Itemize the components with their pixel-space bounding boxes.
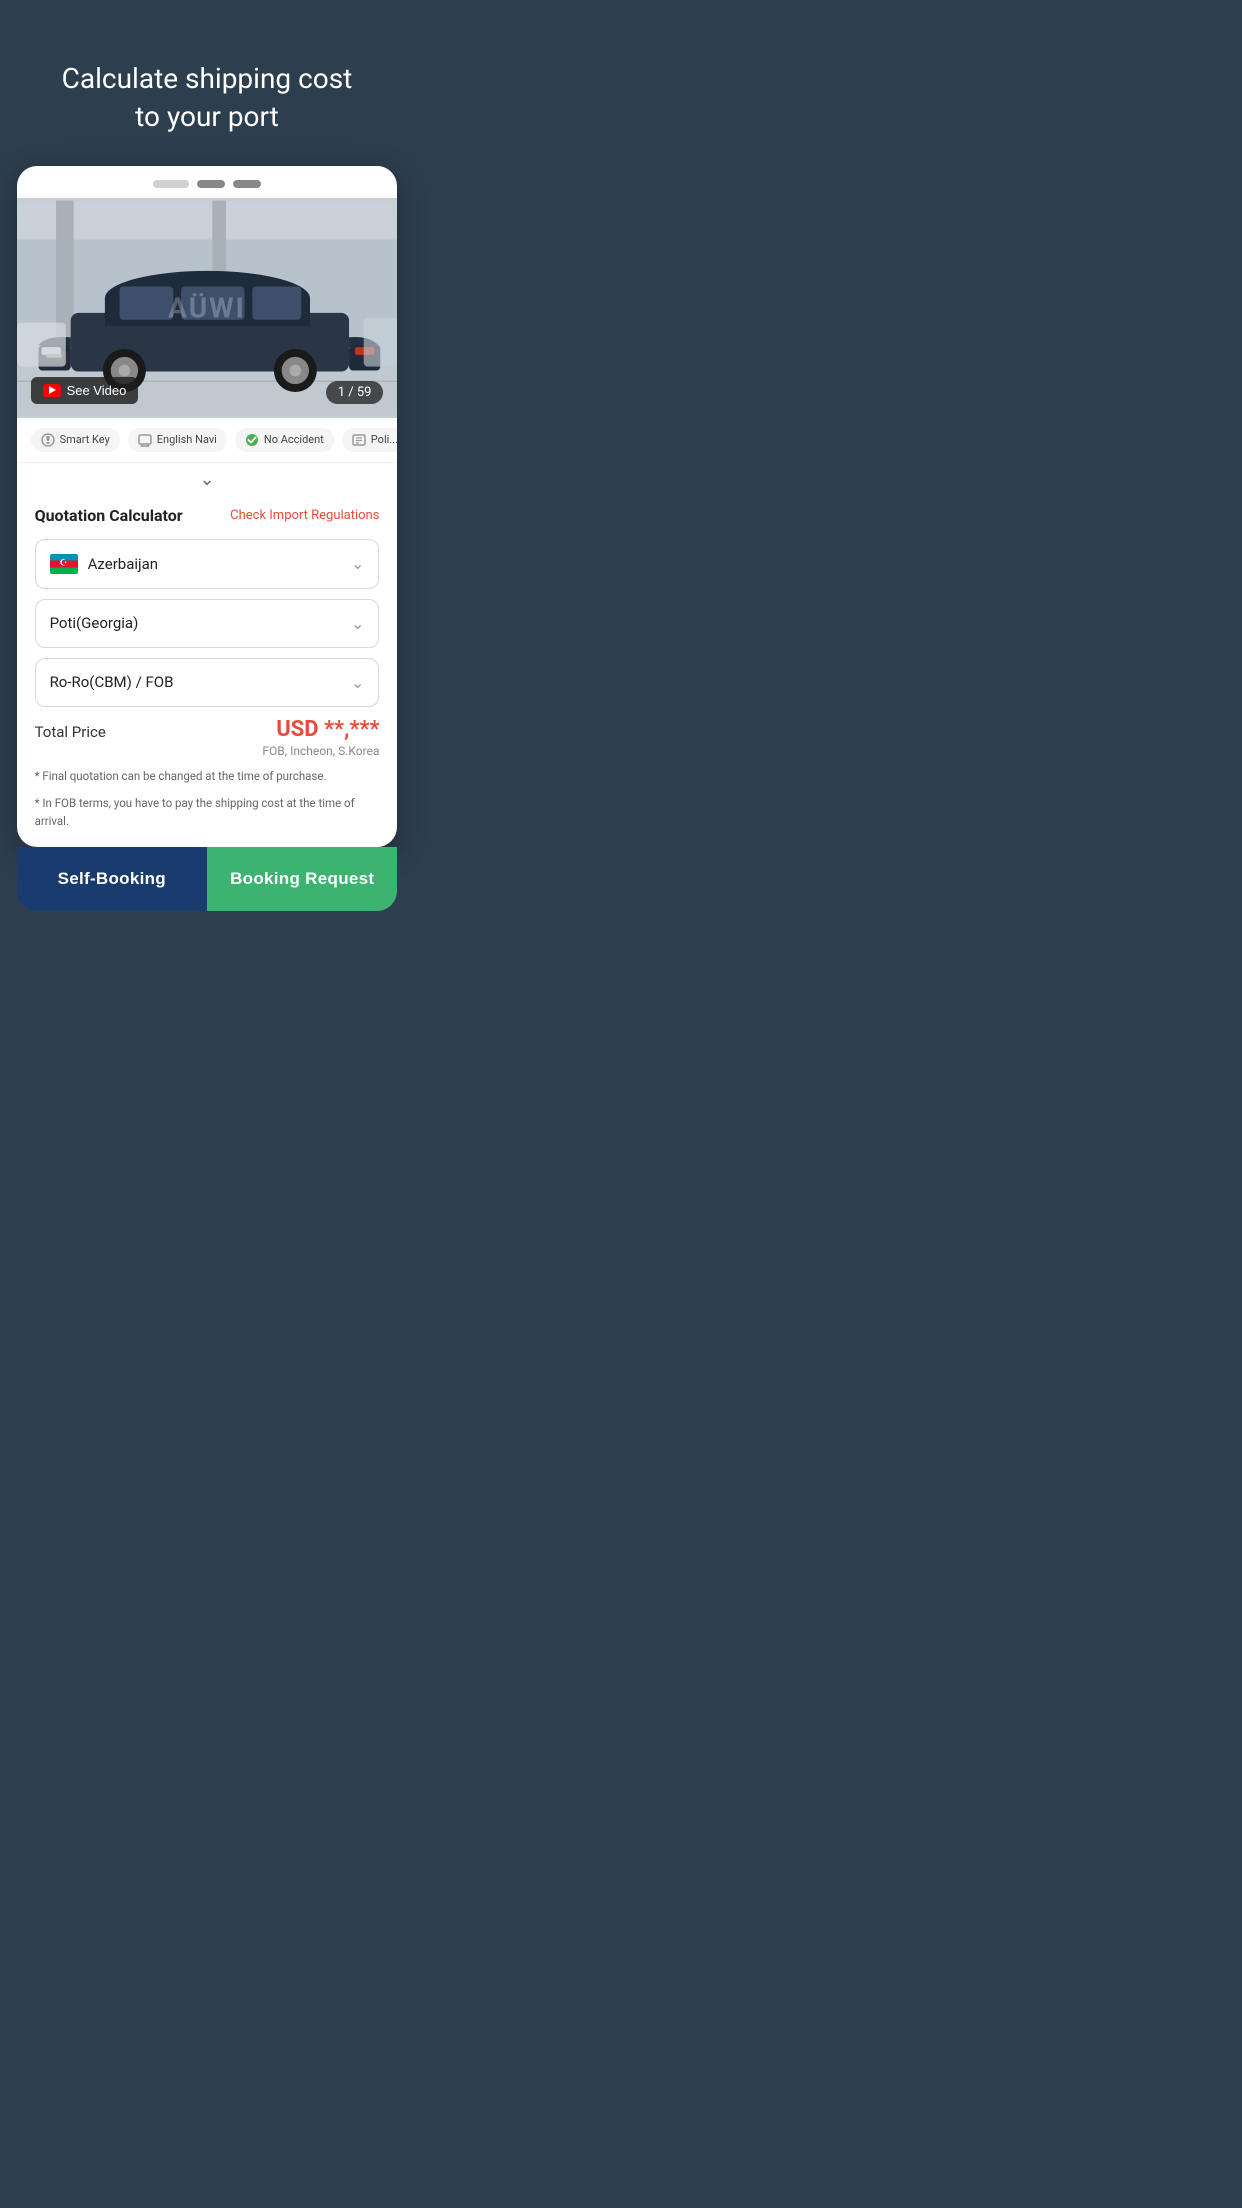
feature-tags-row: Smart Key English Navi No Accident (17, 418, 398, 463)
poli-label: Poli... (371, 433, 398, 446)
port-dropdown[interactable]: Poti(Georgia) ⌄ (35, 599, 380, 648)
watermark: AÜWI (168, 291, 246, 324)
page-header: Calculate shipping cost to your port (0, 0, 414, 166)
country-chevron-icon: ⌄ (351, 554, 364, 573)
check-import-link[interactable]: Check Import Regulations (230, 508, 379, 523)
azerbaijan-flag-icon (50, 554, 78, 574)
price-amount: **,*** (324, 717, 379, 742)
country-dropdown[interactable]: Azerbaijan ⌄ (35, 539, 380, 589)
disclaimer-1: * Final quotation can be changed at the … (35, 768, 380, 786)
poli-icon (352, 433, 366, 447)
total-price-row: Total Price USD **,*** FOB, Incheon, S.K… (35, 717, 380, 758)
car-photo-bg: AÜWI See Video 1 / 59 (17, 198, 398, 418)
shipping-dropdown[interactable]: Ro-Ro(CBM) / FOB ⌄ (35, 658, 380, 707)
photo-count: 1 / 59 (326, 381, 384, 404)
shipping-value: Ro-Ro(CBM) / FOB (50, 673, 174, 691)
play-triangle (49, 386, 56, 394)
dot-3 (233, 180, 261, 188)
quotation-header: Quotation Calculator Check Import Regula… (35, 506, 380, 525)
no-accident-icon (245, 433, 259, 447)
shipping-dropdown-left: Ro-Ro(CBM) / FOB (50, 673, 174, 691)
port-value: Poti(Georgia) (50, 614, 139, 632)
car-image: AÜWI See Video 1 / 59 (17, 198, 398, 418)
booking-request-button[interactable]: Booking Request (207, 847, 397, 911)
smart-key-icon (41, 433, 55, 447)
bottom-buttons: Self-Booking Booking Request (17, 847, 398, 911)
navi-icon (138, 433, 152, 447)
total-price-label: Total Price (35, 717, 106, 741)
dot-2 (197, 180, 225, 188)
chevron-down-icon[interactable]: ⌄ (199, 469, 214, 490)
page-title: Calculate shipping cost to your port (30, 60, 384, 136)
quotation-title: Quotation Calculator (35, 506, 183, 525)
total-price-value: USD **,*** FOB, Incheon, S.Korea (262, 717, 379, 758)
port-dropdown-left: Poti(Georgia) (50, 614, 139, 632)
country-dropdown-left: Azerbaijan (50, 554, 159, 574)
smart-key-label: Smart Key (60, 433, 110, 446)
self-booking-button[interactable]: Self-Booking (17, 847, 207, 911)
quotation-section: Quotation Calculator Check Import Regula… (17, 492, 398, 847)
price-location: FOB, Incheon, S.Korea (262, 744, 379, 758)
main-card: AÜWI See Video 1 / 59 Smart Key (17, 166, 398, 847)
no-accident-label: No Accident (264, 433, 324, 446)
shipping-chevron-icon: ⌄ (351, 673, 364, 692)
youtube-icon (43, 384, 61, 397)
dot-1 (153, 180, 189, 188)
disclaimer-2: * In FOB terms, you have to pay the ship… (35, 795, 380, 831)
price-currency: USD (276, 717, 324, 742)
feature-tag-no-accident: No Accident (235, 428, 334, 452)
country-value: Azerbaijan (88, 555, 159, 573)
carousel-dots (17, 166, 398, 198)
see-video-label: See Video (67, 383, 127, 398)
see-video-button[interactable]: See Video (31, 377, 139, 404)
feature-tag-english-navi: English Navi (128, 428, 227, 452)
port-chevron-icon: ⌄ (351, 614, 364, 633)
feature-tag-smart-key: Smart Key (31, 428, 120, 452)
feature-tag-poli: Poli... (342, 428, 398, 452)
price-display: USD **,*** (262, 717, 379, 742)
english-navi-label: English Navi (157, 433, 217, 446)
expand-row[interactable]: ⌄ (17, 463, 398, 492)
